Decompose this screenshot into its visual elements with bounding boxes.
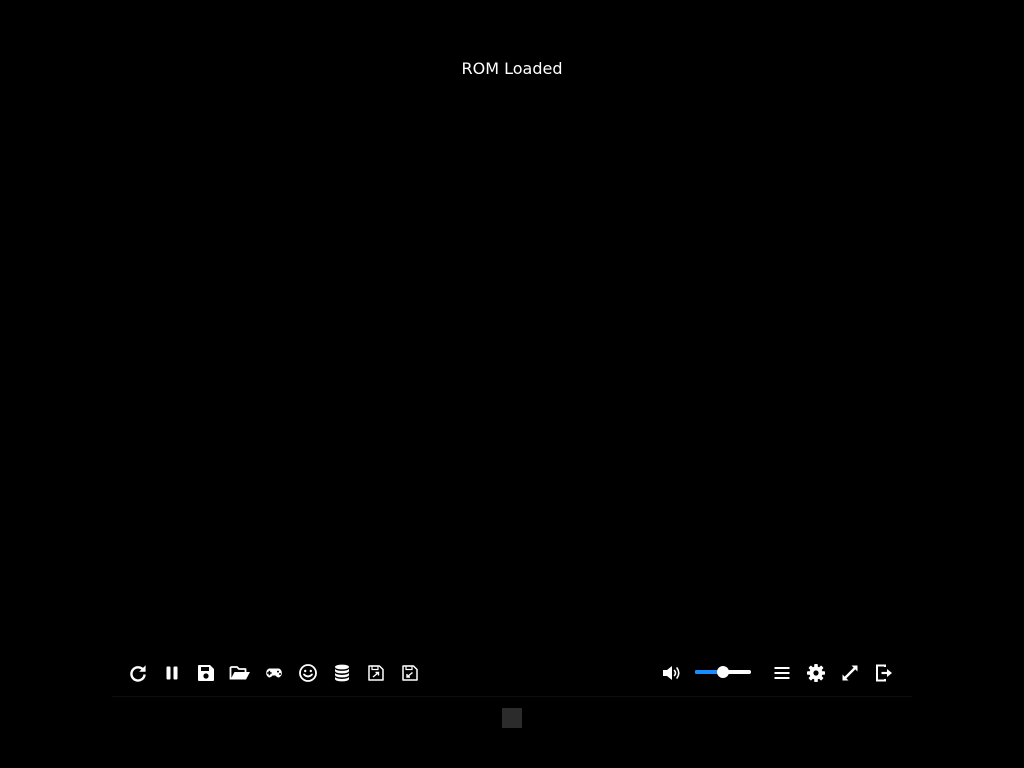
gamepad-button[interactable]	[261, 660, 287, 686]
load-state-button[interactable]	[227, 660, 253, 686]
export-save-button[interactable]	[363, 660, 389, 686]
settings-icon	[807, 664, 825, 682]
pause-icon	[166, 666, 178, 680]
restart-button[interactable]	[125, 660, 151, 686]
emulator-screen: ROM Loaded	[0, 0, 1024, 768]
pause-button[interactable]	[159, 660, 185, 686]
fullscreen-icon	[842, 665, 858, 681]
mute-button[interactable]	[659, 660, 685, 686]
gamepad-icon	[266, 668, 282, 678]
restart-icon	[130, 665, 146, 682]
volume-slider[interactable]	[695, 666, 751, 678]
fullscreen-button[interactable]	[837, 660, 863, 686]
save-state-icon	[198, 665, 214, 681]
menu-toggle-button[interactable]	[502, 708, 522, 728]
status-message: ROM Loaded	[461, 59, 563, 78]
import-save-button[interactable]	[397, 660, 423, 686]
volume-icon	[663, 666, 680, 680]
context-menu-icon	[774, 667, 790, 679]
import-save-icon	[402, 665, 418, 681]
cache-manager-icon	[335, 664, 349, 682]
exit-button[interactable]	[871, 660, 897, 686]
load-state-icon	[229, 666, 250, 680]
context-menu-button[interactable]	[769, 660, 795, 686]
export-save-icon	[368, 665, 384, 681]
settings-button[interactable]	[803, 660, 829, 686]
cheats-icon	[299, 664, 317, 682]
control-bar	[112, 650, 912, 697]
save-state-button[interactable]	[193, 660, 219, 686]
cache-manager-button[interactable]	[329, 660, 355, 686]
exit-icon	[876, 664, 892, 682]
cheats-button[interactable]	[295, 660, 321, 686]
volume-slider-thumb[interactable]	[717, 666, 729, 678]
